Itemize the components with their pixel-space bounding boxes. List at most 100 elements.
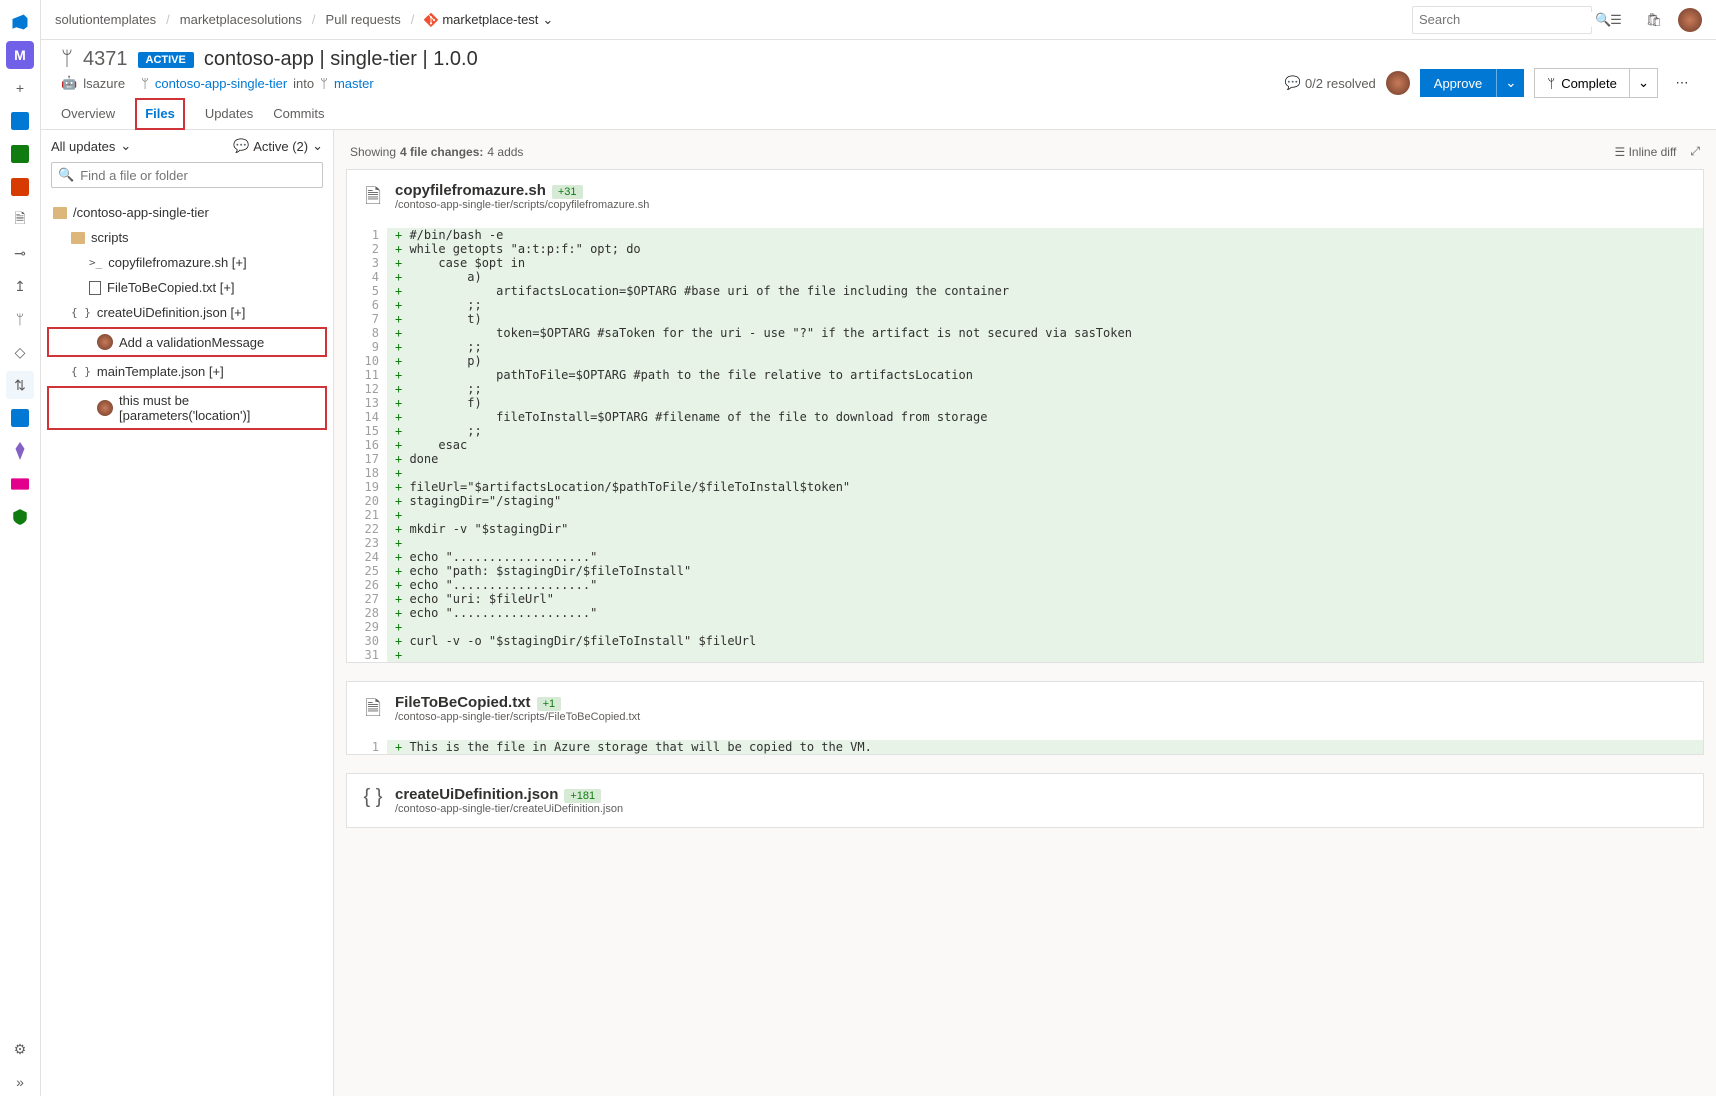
repos-icon[interactable] xyxy=(6,173,34,201)
line-number: 4 xyxy=(347,270,387,284)
code-line[interactable]: 13+ f) xyxy=(347,396,1703,410)
code-line[interactable]: 3+ case $opt in xyxy=(347,256,1703,270)
crumb-project[interactable]: marketplacesolutions xyxy=(180,12,302,27)
code-line[interactable]: 1+ #/bin/bash -e xyxy=(347,228,1703,242)
code-line[interactable]: 15+ ;; xyxy=(347,424,1703,438)
line-number: 15 xyxy=(347,424,387,438)
comment-thread-validation[interactable]: Add a validationMessage xyxy=(47,327,327,357)
comment-avatar xyxy=(97,334,113,350)
approve-dropdown[interactable]: ⌄ xyxy=(1496,69,1524,97)
code-line[interactable]: 23+ xyxy=(347,536,1703,550)
breadcrumb: solutiontemplates / marketplacesolutions… xyxy=(55,12,553,28)
pushes-icon[interactable]: ↥ xyxy=(6,272,34,300)
active-comments-filter[interactable]: 💬 Active (2) ⌄ xyxy=(233,138,323,154)
code-line[interactable]: 19+ fileUrl="$artifactsLocation/$pathToF… xyxy=(347,480,1703,494)
code-line[interactable]: 16+ esac xyxy=(347,438,1703,452)
code-line[interactable]: 21+ xyxy=(347,508,1703,522)
crumb-org[interactable]: solutiontemplates xyxy=(55,12,156,27)
code-line[interactable]: 4+ a) xyxy=(347,270,1703,284)
commits-icon[interactable]: ⊸ xyxy=(6,239,34,267)
tab-commits[interactable]: Commits xyxy=(273,98,324,129)
fullscreen-icon[interactable]: ⤢ xyxy=(1690,144,1700,159)
code-line[interactable]: 31+ xyxy=(347,648,1703,662)
azure-devops-logo[interactable] xyxy=(6,8,34,36)
folder-icon xyxy=(71,232,85,244)
code-line[interactable]: 5+ artifactsLocation=$OPTARG #base uri o… xyxy=(347,284,1703,298)
tab-files[interactable]: Files xyxy=(135,98,185,130)
code-line[interactable]: 8+ token=$OPTARG #saToken for the uri - … xyxy=(347,326,1703,340)
code-line[interactable]: 7+ t) xyxy=(347,312,1703,326)
code-line[interactable]: 28+ echo "..................." xyxy=(347,606,1703,620)
tags-icon[interactable]: ◇ xyxy=(6,338,34,366)
settings-icon[interactable]: ⚙ xyxy=(6,1035,34,1063)
comment-thread-location[interactable]: this must be [parameters('location')] xyxy=(47,386,327,430)
robot-icon: 🤖 xyxy=(61,75,77,91)
line-number: 1 xyxy=(347,228,387,242)
pr-number: 4371 xyxy=(83,48,128,71)
test-plans-icon[interactable] xyxy=(6,437,34,465)
tab-updates[interactable]: Updates xyxy=(205,98,253,129)
find-file-box[interactable]: 🔍 xyxy=(51,162,323,188)
target-branch[interactable]: master xyxy=(334,76,374,91)
code-line[interactable]: 18+ xyxy=(347,466,1703,480)
find-file-input[interactable] xyxy=(80,168,316,183)
code-line[interactable]: 12+ ;; xyxy=(347,382,1703,396)
diff-mode-toggle[interactable]: ☰ Inline diff xyxy=(1614,145,1676,159)
artifacts-icon[interactable] xyxy=(6,470,34,498)
add-icon[interactable]: + xyxy=(6,74,34,102)
collapse-icon[interactable]: » xyxy=(6,1068,34,1096)
code-line[interactable]: 14+ fileToInstall=$OPTARG #filename of t… xyxy=(347,410,1703,424)
line-number: 2 xyxy=(347,242,387,256)
user-avatar[interactable] xyxy=(1678,8,1702,32)
code-line[interactable]: 30+ curl -v -o "$stagingDir/$fileToInsta… xyxy=(347,634,1703,648)
code-line[interactable]: 9+ ;; xyxy=(347,340,1703,354)
overview-icon[interactable] xyxy=(6,107,34,135)
pull-requests-icon[interactable]: ⇅ xyxy=(6,371,34,399)
more-actions-button[interactable]: ⋯ xyxy=(1668,69,1696,97)
tree-file-sh[interactable]: >_ copyfilefromazure.sh [+] xyxy=(41,250,333,275)
search-input[interactable] xyxy=(1419,12,1595,27)
code-line[interactable]: 24+ echo "..................." xyxy=(347,550,1703,564)
code-line[interactable]: 29+ xyxy=(347,620,1703,634)
code-line[interactable]: 27+ echo "uri: $fileUrl" xyxy=(347,592,1703,606)
files-icon[interactable]: 🗎 xyxy=(6,206,34,234)
code-line[interactable]: 11+ pathToFile=$OPTARG #path to the file… xyxy=(347,368,1703,382)
tree-root[interactable]: /contoso-app-single-tier xyxy=(41,200,333,225)
code-line[interactable]: 22+ mkdir -v "$stagingDir" xyxy=(347,522,1703,536)
tree-file-txt[interactable]: FileToBeCopied.txt [+] xyxy=(41,275,333,300)
code-line[interactable]: 6+ ;; xyxy=(347,298,1703,312)
updates-picker[interactable]: All updates ⌄ xyxy=(51,138,131,154)
resolved-count[interactable]: 💬 0/2 resolved xyxy=(1285,75,1376,91)
pipelines-icon[interactable] xyxy=(6,404,34,432)
marketplace-icon[interactable]: 🛍 xyxy=(1640,6,1668,34)
code-line[interactable]: 20+ stagingDir="/staging" xyxy=(347,494,1703,508)
tree-file-createui[interactable]: { } createUiDefinition.json [+] xyxy=(41,300,333,325)
file-tree-sidebar: All updates ⌄ 💬 Active (2) ⌄ 🔍 xyxy=(41,130,334,1096)
crumb-area[interactable]: Pull requests xyxy=(326,12,401,27)
source-branch[interactable]: contoso-app-single-tier xyxy=(155,76,287,91)
list-view-icon[interactable]: ☰ xyxy=(1602,6,1630,34)
tree-file-maintemplate[interactable]: { } mainTemplate.json [+] xyxy=(41,359,333,384)
project-tile[interactable]: M xyxy=(6,41,34,69)
code-line[interactable]: 25+ echo "path: $stagingDir/$fileToInsta… xyxy=(347,564,1703,578)
tree-folder-scripts[interactable]: scripts xyxy=(41,225,333,250)
file-name: createUiDefinition.json xyxy=(395,786,558,803)
branches-icon[interactable]: ᛘ xyxy=(6,305,34,333)
line-number: 25 xyxy=(347,564,387,578)
approve-button[interactable]: Approve xyxy=(1420,69,1496,97)
search-box[interactable]: 🔍 xyxy=(1412,6,1592,34)
code-line[interactable]: 2+ while getopts "a:t:p:f:" opt; do xyxy=(347,242,1703,256)
complete-button[interactable]: ᛘ Complete xyxy=(1534,68,1629,98)
branch-icon: ᛘ xyxy=(141,76,149,91)
code-line[interactable]: 26+ echo "..................." xyxy=(347,578,1703,592)
repo-picker[interactable]: marketplace-test ⌄ xyxy=(424,12,553,28)
complete-dropdown[interactable]: ⌄ xyxy=(1630,68,1658,98)
compliance-icon[interactable] xyxy=(6,503,34,531)
code-line[interactable]: 17+ done xyxy=(347,452,1703,466)
tab-overview[interactable]: Overview xyxy=(61,98,115,129)
reviewer-avatar[interactable] xyxy=(1386,71,1410,95)
code-line[interactable]: 10+ p) xyxy=(347,354,1703,368)
chevron-down-icon: ⌄ xyxy=(542,12,553,28)
boards-icon[interactable] xyxy=(6,140,34,168)
code-line[interactable]: 1+ This is the file in Azure storage tha… xyxy=(347,740,1703,754)
